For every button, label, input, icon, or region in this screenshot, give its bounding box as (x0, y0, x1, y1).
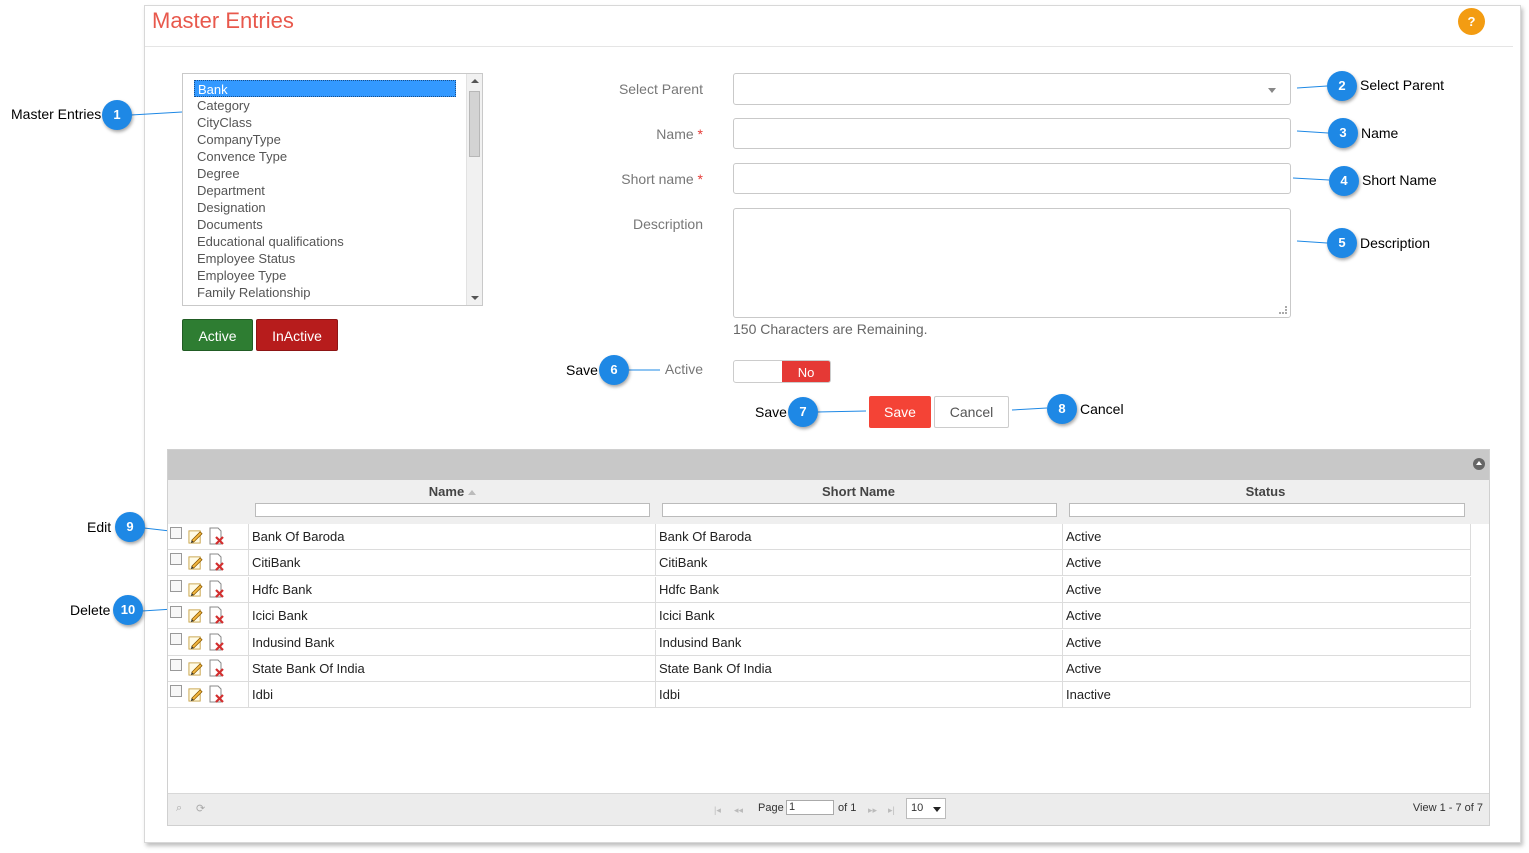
table-row[interactable]: CitiBank CitiBank Active (168, 550, 1471, 577)
callout-8: 8 (1047, 394, 1077, 424)
edit-icon[interactable] (188, 608, 203, 623)
callout-5: 5 (1327, 228, 1357, 258)
entries-grid: Name Short Name Status Bank Of Baroda Ban… (167, 449, 1490, 826)
delete-icon[interactable] (208, 659, 225, 677)
delete-icon[interactable] (208, 685, 225, 704)
filter-status-input[interactable] (1069, 503, 1465, 517)
callout-6: 6 (599, 355, 629, 385)
cell-short-name: Icici Bank (655, 603, 1062, 630)
edit-icon[interactable] (188, 529, 203, 544)
cell-status: Active (1062, 603, 1471, 630)
row-checkbox[interactable] (170, 553, 182, 566)
table-row[interactable]: Icici Bank Icici Bank Active (168, 603, 1471, 630)
callout-3: 3 (1328, 118, 1358, 148)
grid-caption (168, 450, 1489, 480)
delete-icon[interactable] (208, 527, 225, 545)
callout-5-text: Description (1360, 235, 1431, 251)
cell-status: Active (1062, 629, 1471, 656)
row-checkbox[interactable] (170, 606, 182, 619)
row-checkbox[interactable] (170, 632, 182, 645)
callout-1-text: Master Entries (11, 106, 102, 122)
table-row[interactable]: Indusind Bank Indusind Bank Active (168, 629, 1471, 656)
cell-name: Indusind Bank (248, 629, 655, 656)
callout-9-text: Edit (87, 519, 112, 535)
filter-short-name-input[interactable] (662, 503, 1057, 517)
last-page-icon[interactable]: ▸| (888, 805, 895, 816)
page-label: Page (758, 802, 784, 814)
callout-1: 1 (102, 100, 132, 130)
cell-short-name: Idbi (655, 682, 1062, 709)
callout-9: 9 (115, 512, 145, 542)
table-row[interactable]: Bank Of Baroda Bank Of Baroda Active (168, 524, 1471, 550)
callout-2: 2 (1327, 71, 1357, 101)
row-checkbox[interactable] (170, 579, 182, 592)
delete-icon[interactable] (208, 553, 225, 572)
callout-10-text: Delete (70, 602, 111, 618)
table-row[interactable]: Hdfc Bank Hdfc Bank Active (168, 576, 1471, 603)
collapse-icon[interactable] (1473, 458, 1485, 470)
cell-name: CitiBank (248, 550, 655, 577)
sort-icon (468, 490, 477, 496)
page-of-label: of 1 (838, 802, 857, 814)
refresh-icon[interactable]: ⟳ (196, 802, 205, 815)
cell-name: State Bank Of India (248, 656, 655, 682)
cell-name: Hdfc Bank (248, 576, 655, 603)
cell-status: Active (1062, 576, 1471, 603)
column-header-status[interactable]: Status (1063, 484, 1468, 499)
cell-name: Idbi (248, 682, 655, 709)
page-number-input[interactable]: 1 (786, 800, 834, 815)
callout-7: 7 (788, 397, 818, 427)
row-checkbox[interactable] (170, 527, 182, 539)
column-header-name[interactable]: Name (250, 484, 655, 499)
cell-short-name: Hdfc Bank (655, 576, 1062, 603)
search-icon[interactable]: ⌕ (176, 802, 182, 815)
callout-4: 4 (1329, 166, 1359, 196)
delete-icon[interactable] (208, 633, 225, 651)
grid-header: Name Short Name Status (168, 480, 1489, 524)
first-page-icon[interactable]: |◂ (714, 805, 721, 816)
column-header-short-name[interactable]: Short Name (656, 484, 1061, 499)
prev-page-icon[interactable]: ◂◂ (734, 805, 743, 816)
delete-icon[interactable] (208, 580, 225, 598)
delete-icon[interactable] (208, 606, 225, 624)
view-records-text: View 1 - 7 of 7 (1412, 802, 1483, 814)
cell-name: Bank Of Baroda (248, 524, 655, 550)
callout-7-text: Save (755, 404, 787, 420)
callout-2-text: Select Parent (1360, 77, 1445, 93)
callout-4-text: Short Name (1362, 172, 1437, 188)
row-checkbox[interactable] (170, 685, 182, 698)
callout-10: 10 (113, 595, 143, 625)
next-page-icon[interactable]: ▸▸ (868, 805, 877, 816)
table-row[interactable]: Idbi Idbi Inactive (168, 682, 1471, 709)
cell-status: Active (1062, 524, 1471, 550)
cell-short-name: CitiBank (655, 550, 1062, 577)
callout-6-text: Save (566, 362, 598, 378)
cell-short-name: Bank Of Baroda (655, 524, 1062, 550)
cell-status: Active (1062, 656, 1471, 682)
edit-icon[interactable] (188, 635, 203, 650)
cell-status: Active (1062, 550, 1471, 577)
grid-pager: ⌕ ⟳ |◂ ◂◂ Page 1 of 1 ▸▸ ▸| 10 View 1 - … (168, 793, 1489, 825)
table-row[interactable]: State Bank Of India State Bank Of India Ac… (168, 656, 1471, 682)
cell-name: Icici Bank (248, 603, 655, 630)
rows-per-page-select[interactable]: 10 (906, 798, 946, 819)
edit-icon[interactable] (188, 555, 203, 570)
callout-8-text: Cancel (1080, 401, 1124, 417)
cell-short-name: Indusind Bank (655, 629, 1062, 656)
callout-3-text: Name (1361, 125, 1399, 141)
edit-icon[interactable] (188, 582, 203, 597)
edit-icon[interactable] (188, 687, 203, 702)
filter-name-input[interactable] (255, 503, 650, 517)
row-checkbox[interactable] (170, 659, 182, 671)
cell-short-name: State Bank Of India (655, 656, 1062, 682)
cell-status: Inactive (1062, 682, 1471, 709)
edit-icon[interactable] (188, 661, 203, 676)
